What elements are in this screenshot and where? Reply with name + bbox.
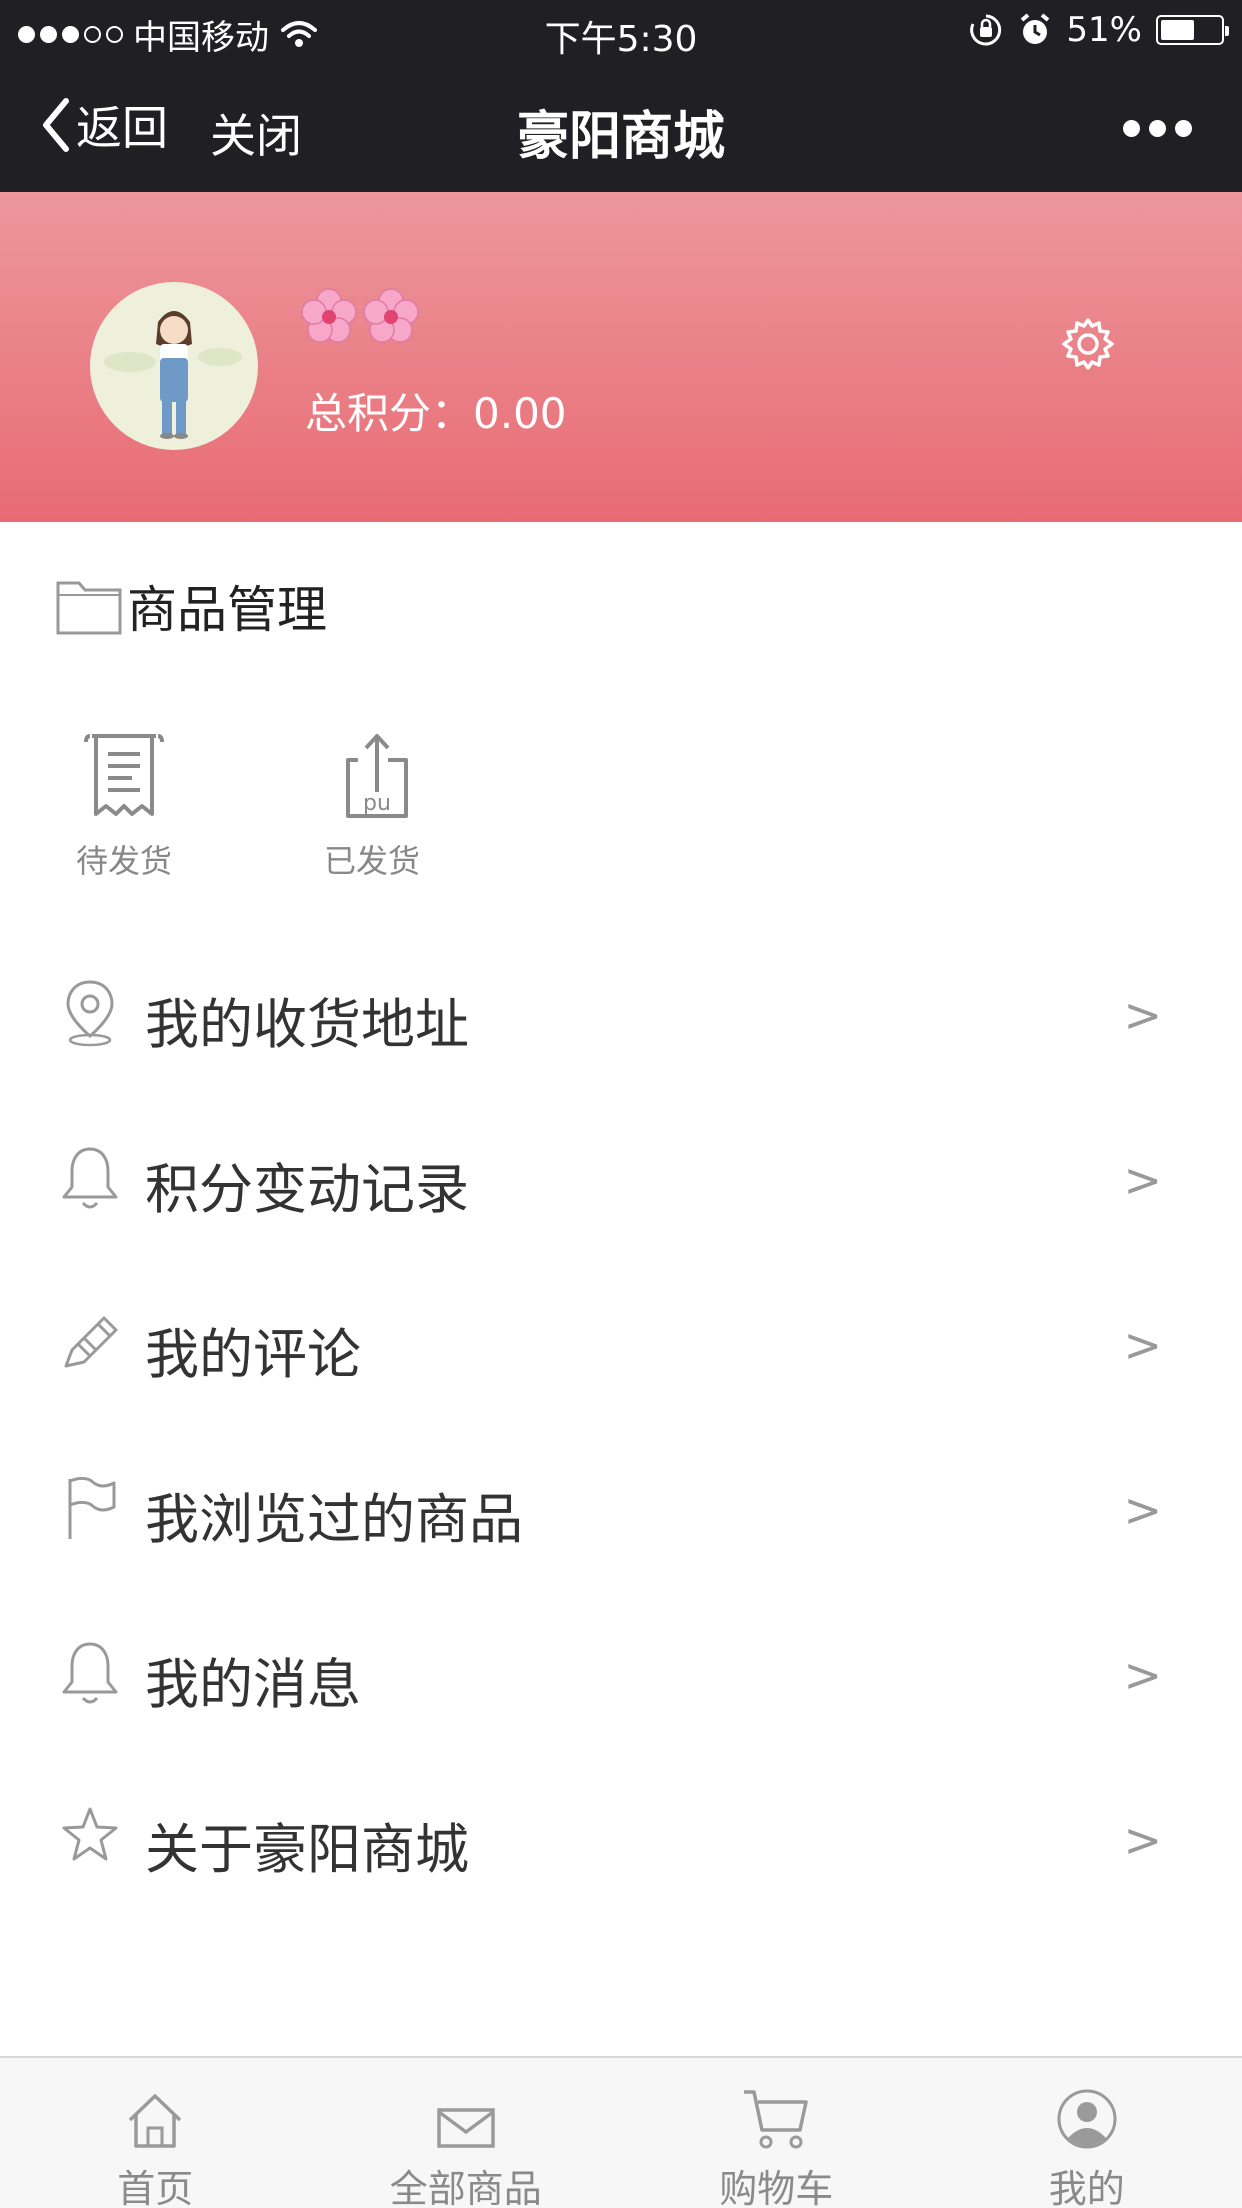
tab-label: 购物车	[719, 2167, 834, 2208]
receipt-icon	[84, 734, 164, 816]
home-icon	[129, 2094, 182, 2148]
navigation-bar: 返回 关闭 豪阳商城	[0, 62, 1242, 192]
more-dot-icon	[1123, 120, 1140, 137]
menu-item-about[interactable]: 关于豪阳商城 >	[0, 1785, 1242, 1885]
cart-icon	[744, 2090, 808, 2149]
more-dot-icon	[1149, 120, 1166, 137]
bell-icon	[62, 1147, 118, 1209]
tab-bar: 首页 全部商品 购物车 我的	[0, 2056, 1242, 2208]
menu-item-shipping-address[interactable]: 我的收货地址 >	[0, 960, 1242, 1060]
chevron-right-icon: >	[1123, 1153, 1162, 1207]
menu-item-label: 我的消息	[145, 1653, 361, 1716]
menu-item-my-messages[interactable]: 我的消息 >	[0, 1620, 1242, 1720]
tab-label: 全部商品	[389, 2167, 542, 2208]
gear-icon[interactable]	[1058, 314, 1118, 374]
menu-item-points-history[interactable]: 积分变动记录 >	[0, 1125, 1242, 1225]
shipped-label: 已发货	[323, 842, 420, 880]
battery-icon	[1156, 15, 1229, 45]
bell-icon	[62, 1642, 118, 1704]
cherry-blossom-icon	[301, 288, 357, 343]
chevron-right-icon: >	[1123, 1318, 1162, 1372]
tab-label: 我的	[1048, 2167, 1125, 2208]
user-icon	[1057, 2089, 1117, 2149]
chevron-right-icon: >	[1123, 1813, 1162, 1867]
tab-cart[interactable]: 购物车	[621, 2058, 932, 2208]
points-label: 总积分：	[305, 389, 474, 438]
pencil-icon	[64, 1316, 118, 1368]
menu-item-label: 积分变动记录	[145, 1158, 469, 1221]
flag-icon	[68, 1476, 116, 1539]
cherry-blossom-icon	[363, 288, 419, 343]
menu-item-browsing-history[interactable]: 我浏览过的商品 >	[0, 1455, 1242, 1555]
pending-shipment-button[interactable]: 待发货	[54, 730, 194, 882]
upload-box-text: pu	[363, 791, 391, 816]
envelope-icon	[437, 2108, 495, 2148]
avatar-illustration	[104, 311, 242, 439]
chevron-right-icon: >	[1123, 1648, 1162, 1702]
more-dot-icon	[1175, 120, 1192, 137]
alarm-icon	[1021, 13, 1050, 44]
tab-me[interactable]: 我的	[932, 2058, 1242, 2208]
tab-home[interactable]: 首页	[0, 2058, 311, 2208]
section-title: 商品管理	[55, 570, 327, 642]
menu-item-label: 我浏览过的商品	[145, 1488, 523, 1551]
status-bar: 中国移动 下午5:30 51%	[0, 0, 1242, 62]
menu-item-label: 关于豪阳商城	[145, 1818, 469, 1881]
avatar[interactable]	[90, 282, 258, 450]
points-value: 0.00	[473, 389, 567, 438]
more-options-button[interactable]	[1123, 120, 1192, 137]
tab-all-products[interactable]: 全部商品	[311, 2058, 622, 2208]
upload-box-icon: pu	[346, 734, 408, 818]
total-points: 总积分：0.00	[305, 380, 567, 441]
location-pin-icon	[66, 980, 114, 1047]
menu-item-my-reviews[interactable]: 我的评论 >	[0, 1290, 1242, 1390]
chevron-right-icon: >	[1123, 988, 1162, 1042]
profile-header: 总积分：0.00	[0, 192, 1242, 522]
battery-percentage: 51%	[1066, 10, 1142, 50]
page-title: 豪阳商城	[516, 107, 725, 167]
shipped-button[interactable]: pu 已发货	[302, 730, 442, 882]
star-icon	[62, 1807, 118, 1861]
user-nickname	[300, 287, 420, 345]
section-title-text: 商品管理	[127, 581, 327, 639]
menu-item-label: 我的收货地址	[145, 993, 469, 1056]
tab-label: 首页	[117, 2167, 194, 2208]
pending-shipment-label: 待发货	[75, 842, 172, 880]
menu-item-label: 我的评论	[145, 1323, 361, 1386]
chevron-right-icon: >	[1123, 1483, 1162, 1537]
rotation-lock-icon	[970, 14, 1002, 46]
folder-icon	[56, 581, 122, 635]
